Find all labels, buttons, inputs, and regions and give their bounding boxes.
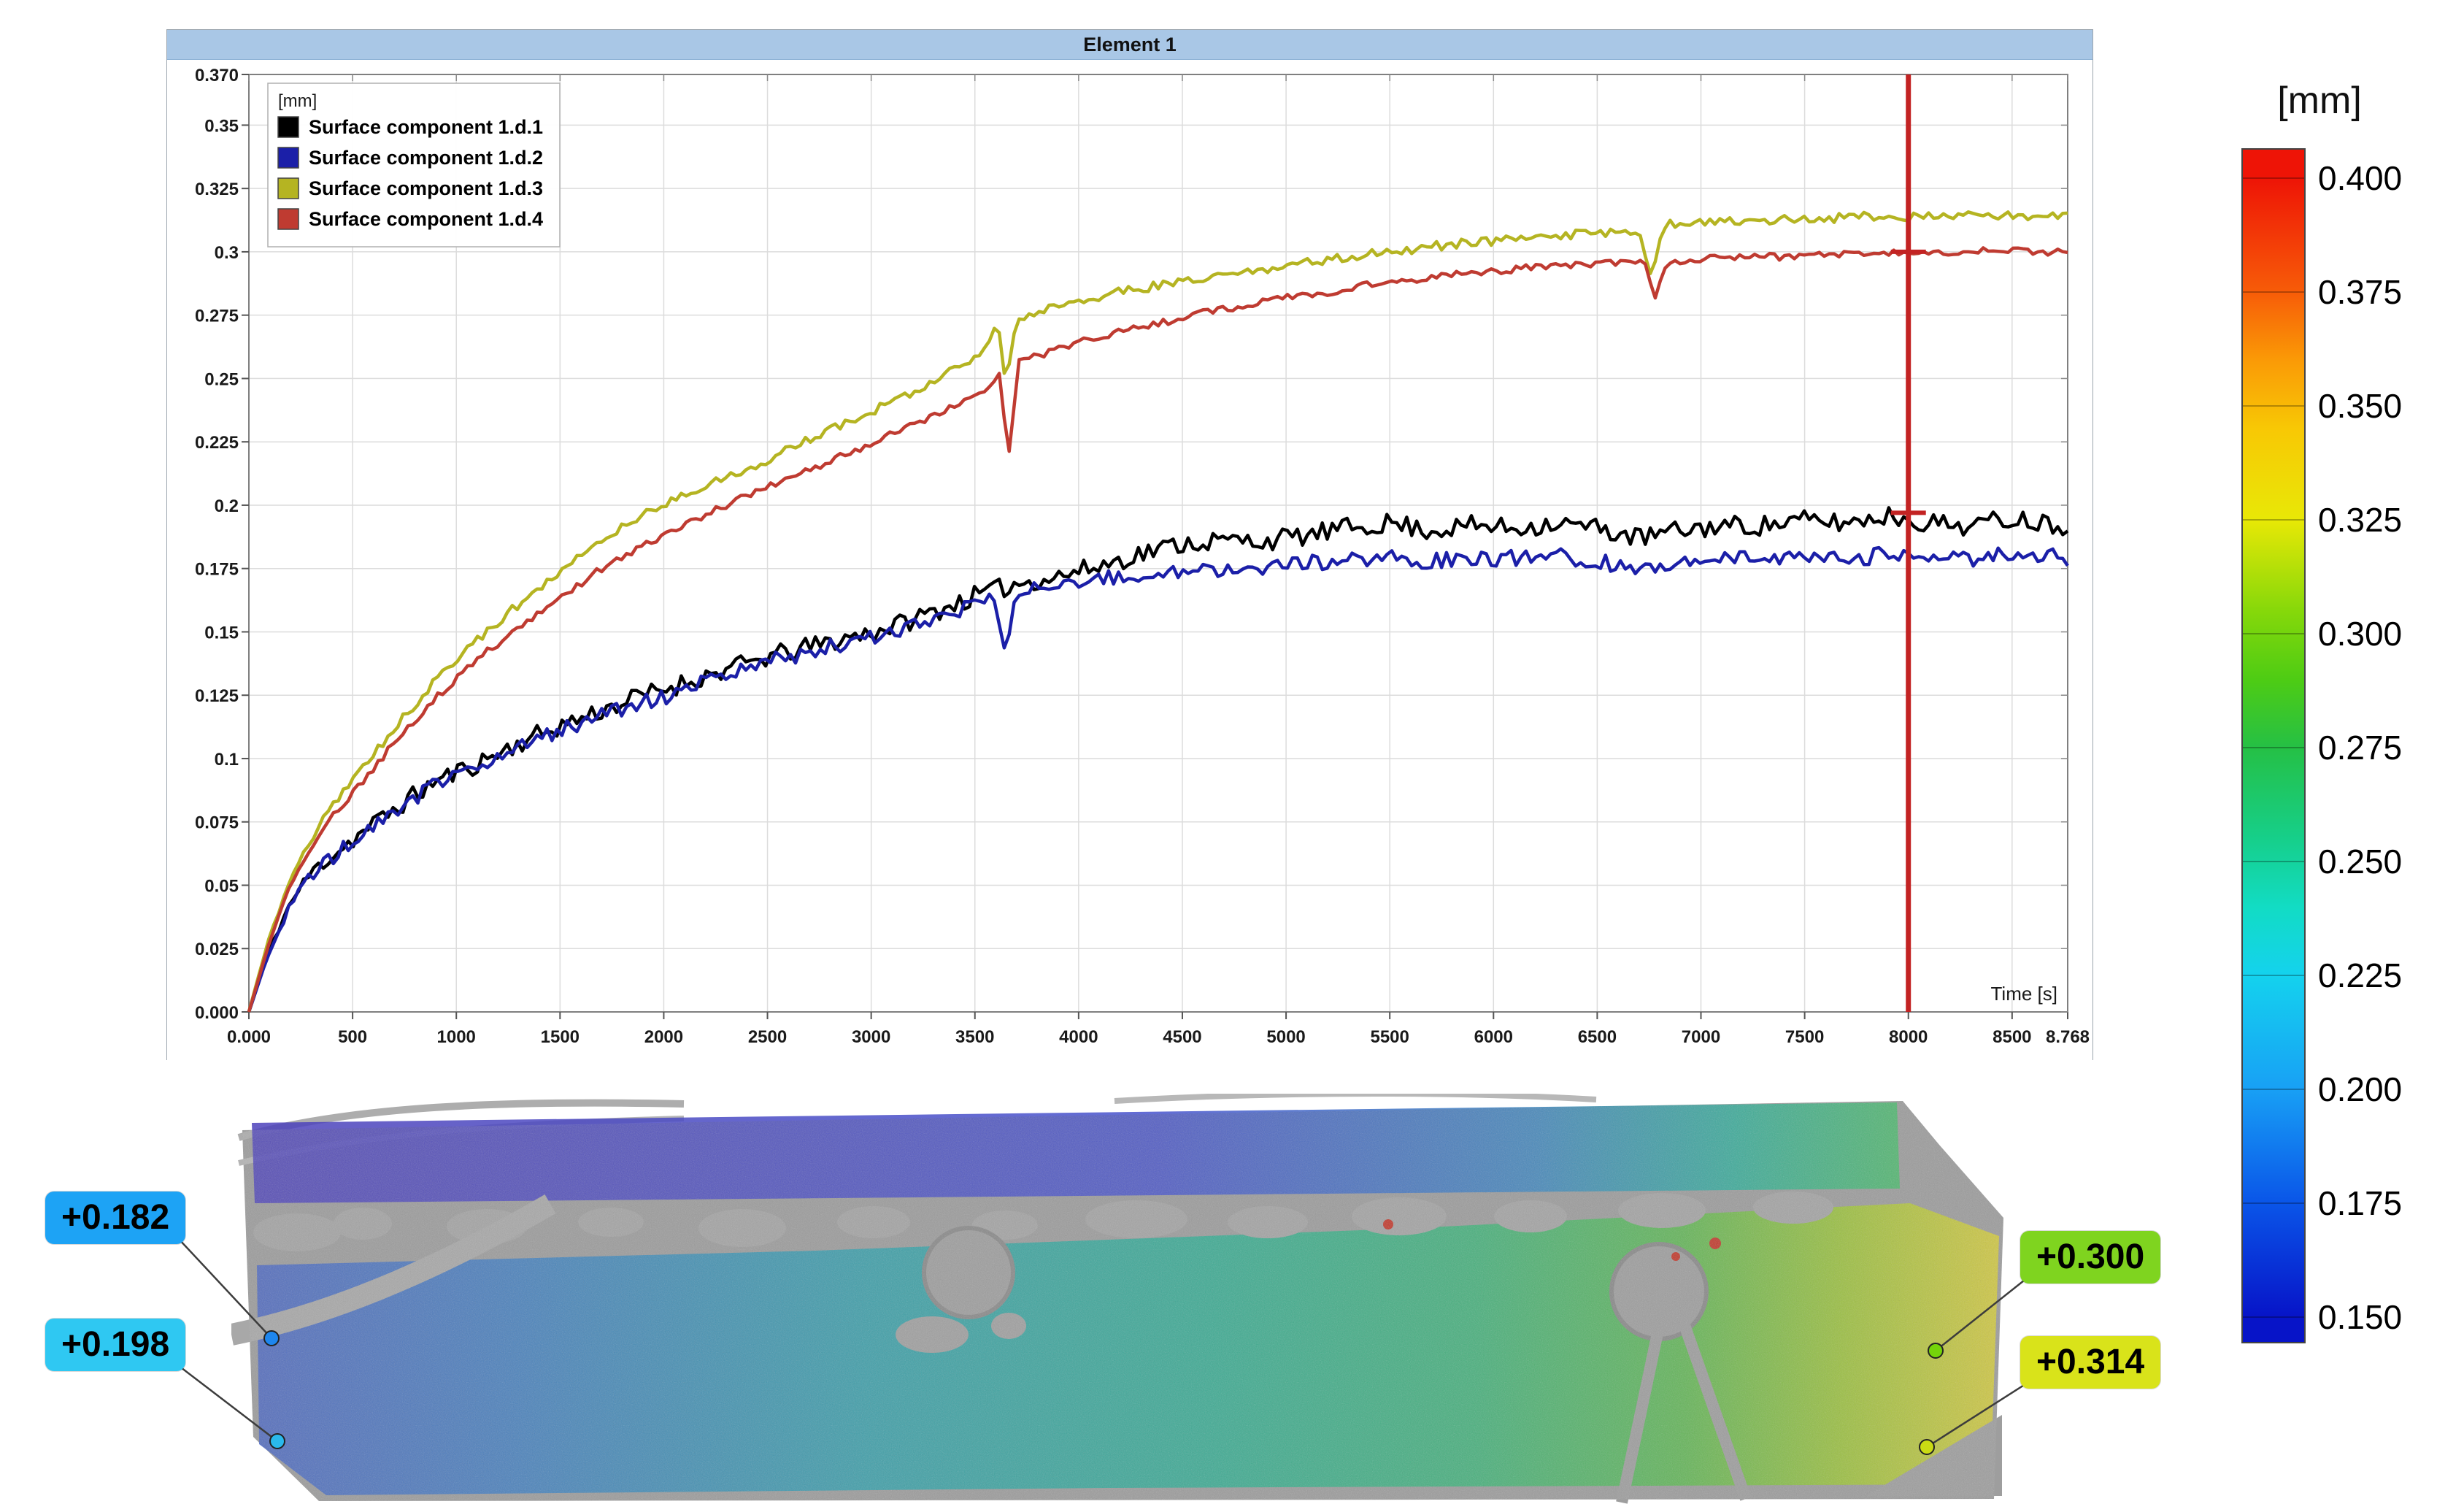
svg-text:0.275: 0.275 [195, 307, 239, 326]
svg-text:Time [s]: Time [s] [1991, 983, 2057, 1005]
colorbar-unit-label: [mm] [2232, 79, 2407, 123]
svg-text:2000: 2000 [644, 1027, 683, 1047]
svg-text:0.275: 0.275 [2318, 729, 2402, 767]
svg-text:0.15: 0.15 [204, 623, 239, 642]
svg-text:3000: 3000 [852, 1027, 890, 1047]
element-chart-panel: Element 1 0.000 500 1000 1500 2000 2500 3000 35… [166, 29, 2093, 1060]
svg-text:Surface component 1.d.1: Surface component 1.d.1 [309, 116, 543, 138]
svg-text:3500: 3500 [955, 1027, 994, 1047]
svg-text:0.125: 0.125 [195, 686, 239, 706]
svg-text:0.375: 0.375 [2318, 273, 2402, 311]
svg-text:7500: 7500 [1785, 1027, 1824, 1047]
svg-text:Surface component 1.d.2: Surface component 1.d.2 [309, 147, 543, 169]
point-label-0.198[interactable]: +0.198 [45, 1319, 185, 1371]
specimen-deformation-map[interactable] [231, 1094, 2005, 1504]
svg-text:2500: 2500 [748, 1027, 787, 1047]
svg-text:0.35: 0.35 [204, 116, 239, 136]
svg-text:0.250: 0.250 [2318, 843, 2402, 880]
svg-text:0.400: 0.400 [2318, 159, 2402, 197]
svg-text:0.1: 0.1 [215, 750, 239, 770]
svg-text:1500: 1500 [541, 1027, 580, 1047]
svg-text:8.768: 8.768 [2046, 1027, 2090, 1047]
svg-text:0.350: 0.350 [2318, 387, 2402, 425]
fixture-wire [1114, 1094, 1596, 1101]
report-canvas: Element 1 0.000 500 1000 1500 2000 2500 3000 35… [0, 0, 2464, 1504]
svg-text:4000: 4000 [1059, 1027, 1098, 1047]
color-scale-legend: [mm] 0.400 0.375 0.350 0.325 0.300 0.275 0.250… [2232, 79, 2464, 1402]
svg-text:0.000: 0.000 [227, 1027, 271, 1047]
svg-text:0.325: 0.325 [195, 180, 239, 199]
svg-text:4500: 4500 [1163, 1027, 1201, 1047]
svg-text:0.175: 0.175 [2318, 1184, 2402, 1222]
speckle-texture [231, 1094, 2005, 1504]
svg-text:0.3: 0.3 [215, 243, 239, 263]
point-label-0.314[interactable]: +0.314 [2020, 1336, 2160, 1389]
svg-text:0.325: 0.325 [2318, 501, 2402, 539]
svg-text:0.05: 0.05 [204, 876, 239, 896]
point-label-0.300[interactable]: +0.300 [2020, 1231, 2160, 1284]
svg-text:0.2: 0.2 [215, 496, 239, 516]
svg-text:0.075: 0.075 [195, 813, 239, 833]
svg-text:0.225: 0.225 [2318, 956, 2402, 994]
svg-text:1000: 1000 [437, 1027, 476, 1047]
svg-text:Surface component 1.d.4: Surface component 1.d.4 [309, 208, 543, 230]
displacement-time-chart[interactable]: 0.000 500 1000 1500 2000 2500 3000 3500 4000 4500… [167, 60, 2093, 1060]
svg-text:0.25: 0.25 [204, 369, 239, 389]
svg-text:5000: 5000 [1266, 1027, 1305, 1047]
svg-text:6500: 6500 [1578, 1027, 1617, 1047]
svg-text:500: 500 [338, 1027, 367, 1047]
svg-text:0.200: 0.200 [2318, 1070, 2402, 1108]
chart-title: Element 1 [167, 30, 2093, 60]
svg-text:6000: 6000 [1474, 1027, 1513, 1047]
svg-text:5500: 5500 [1370, 1027, 1409, 1047]
colorbar-gradient[interactable]: 0.400 0.375 0.350 0.325 0.300 0.275 0.250 0.225… [2232, 127, 2464, 1402]
svg-text:0.225: 0.225 [195, 433, 239, 453]
point-label-0.182[interactable]: +0.182 [45, 1192, 185, 1244]
svg-text:0.300: 0.300 [2318, 615, 2402, 653]
svg-text:0.025: 0.025 [195, 940, 239, 959]
svg-text:0.370: 0.370 [195, 66, 239, 85]
svg-text:[mm]: [mm] [278, 91, 317, 111]
svg-text:0.175: 0.175 [195, 560, 239, 580]
svg-text:0.000: 0.000 [195, 1003, 239, 1023]
svg-text:0.150: 0.150 [2318, 1298, 2402, 1336]
svg-text:8500: 8500 [1993, 1027, 2031, 1047]
svg-text:7000: 7000 [1682, 1027, 1720, 1047]
svg-text:8000: 8000 [1889, 1027, 1928, 1047]
svg-text:Surface component 1.d.3: Surface component 1.d.3 [309, 177, 543, 199]
